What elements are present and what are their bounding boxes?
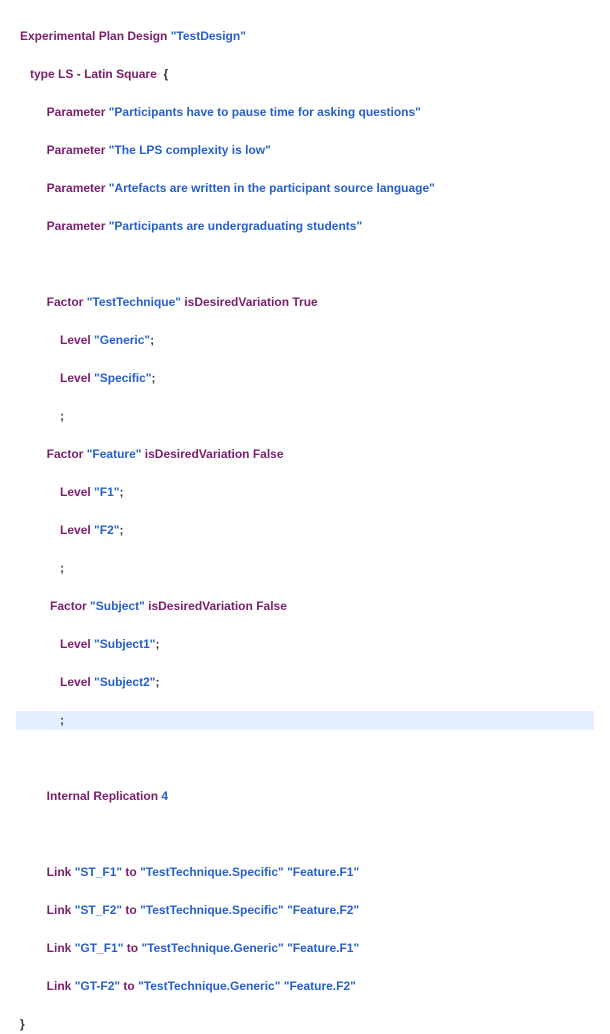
keyword: to [123,979,134,993]
string: "TestTechnique" [87,295,181,309]
keyword: Level [60,333,91,347]
punct: ; [60,713,64,727]
keyword: Link [47,941,72,955]
keyword: to [125,865,136,879]
keyword: Link [47,979,72,993]
keyword: Link [47,865,72,879]
code-line: ; [16,407,594,426]
keyword: type [30,67,55,81]
string: "Feature.F2" [287,903,359,917]
code-line: Factor "TestTechnique" isDesiredVariatio… [16,293,594,312]
punct: ; [60,561,64,575]
string: "F1" [94,485,119,499]
punct: ; [155,637,159,651]
string: "Specific" [94,371,151,385]
punct: } [20,1017,25,1031]
keyword: Factor [47,295,84,309]
punct: - [77,67,81,81]
code-line: Level "Subject1"; [16,635,594,654]
punct: ; [155,675,159,689]
code-line: Parameter "The LPS complexity is low" [16,141,594,160]
string: "Feature.F1" [287,941,359,955]
code-line: Link "ST_F1" to "TestTechnique.Specific"… [16,863,594,882]
keyword: Level [60,675,91,689]
string: "TestTechnique.Specific" [140,903,284,917]
code-line: Link "GT-F2" to "TestTechnique.Generic" … [16,977,594,996]
code-line: } [16,1015,594,1034]
string: "TestDesign" [171,29,246,43]
code-line [16,825,594,844]
keyword: Factor [47,447,84,461]
string: "The LPS complexity is low" [109,143,271,157]
string: "GT_F1" [75,941,124,955]
string: "Subject2" [94,675,155,689]
keyword: Factor [50,599,87,613]
code-line: Factor "Feature" isDesiredVariation Fals… [16,445,594,464]
keyword: isDesiredVariation [148,599,253,613]
string: "Subject" [90,599,145,613]
string: "Participants are undergraduating studen… [109,219,362,233]
punct: ; [60,409,64,423]
punct: ; [150,333,154,347]
keyword: True [292,295,317,309]
code-line: Link "GT_F1" to "TestTechnique.Generic" … [16,939,594,958]
code-line: Factor "Subject" isDesiredVariation Fals… [16,597,594,616]
code-line: Level "Subject2"; [16,673,594,692]
string: "Feature.F2" [284,979,356,993]
code-line: type LS - Latin Square { [16,65,594,84]
code-line [16,255,594,274]
string: "Feature.F1" [287,865,359,879]
keyword: Level [60,523,91,537]
string: "ST_F1" [75,865,122,879]
code-line: Internal Replication 4 [16,787,594,806]
string: "GT-F2" [75,979,120,993]
string: "F2" [94,523,119,537]
keyword: Level [60,371,91,385]
keyword: Parameter [47,143,106,157]
keyword: LS [58,67,73,81]
string: "ST_F2" [75,903,122,917]
keyword: False [256,599,287,613]
code-line: Level "Specific"; [16,369,594,388]
keyword: isDesiredVariation [145,447,250,461]
code-line: Level "F1"; [16,483,594,502]
keyword: Parameter [47,181,106,195]
string: "Subject1" [94,637,155,651]
code-line: Link "ST_F2" to "TestTechnique.Specific"… [16,901,594,920]
keyword: to [125,903,136,917]
keyword: Level [60,637,91,651]
keyword: Link [47,903,72,917]
string: "Generic" [94,333,150,347]
keyword: Parameter [47,219,106,233]
keyword: Latin Square [84,67,157,81]
number: 4 [161,789,168,803]
string: "Participants have to pause time for ask… [109,105,421,119]
keyword: Experimental Plan Design [20,29,167,43]
string: "TestTechnique.Generic" [138,979,280,993]
code-line: Parameter "Participants are undergraduat… [16,217,594,236]
code-line: Parameter "Participants have to pause ti… [16,103,594,122]
code-line-highlighted: ; [16,711,594,730]
keyword: Parameter [47,105,106,119]
punct: ; [151,371,155,385]
code-line: Level "Generic"; [16,331,594,350]
code-line: Experimental Plan Design "TestDesign" [16,27,594,46]
keyword: Level [60,485,91,499]
punct: ; [119,523,123,537]
keyword: to [127,941,138,955]
code-line [16,749,594,768]
code-block: Experimental Plan Design "TestDesign" ty… [16,8,594,1034]
code-line: Level "F2"; [16,521,594,540]
punct: { [163,67,168,81]
code-line: Parameter "Artefacts are written in the … [16,179,594,198]
string: "TestTechnique.Generic" [141,941,283,955]
code-line: ; [16,559,594,578]
keyword: isDesiredVariation [184,295,289,309]
string: "Feature" [87,447,142,461]
keyword: False [253,447,284,461]
punct: ; [119,485,123,499]
string: "Artefacts are written in the participan… [109,181,435,195]
string: "TestTechnique.Specific" [140,865,284,879]
keyword: Internal Replication [47,789,158,803]
